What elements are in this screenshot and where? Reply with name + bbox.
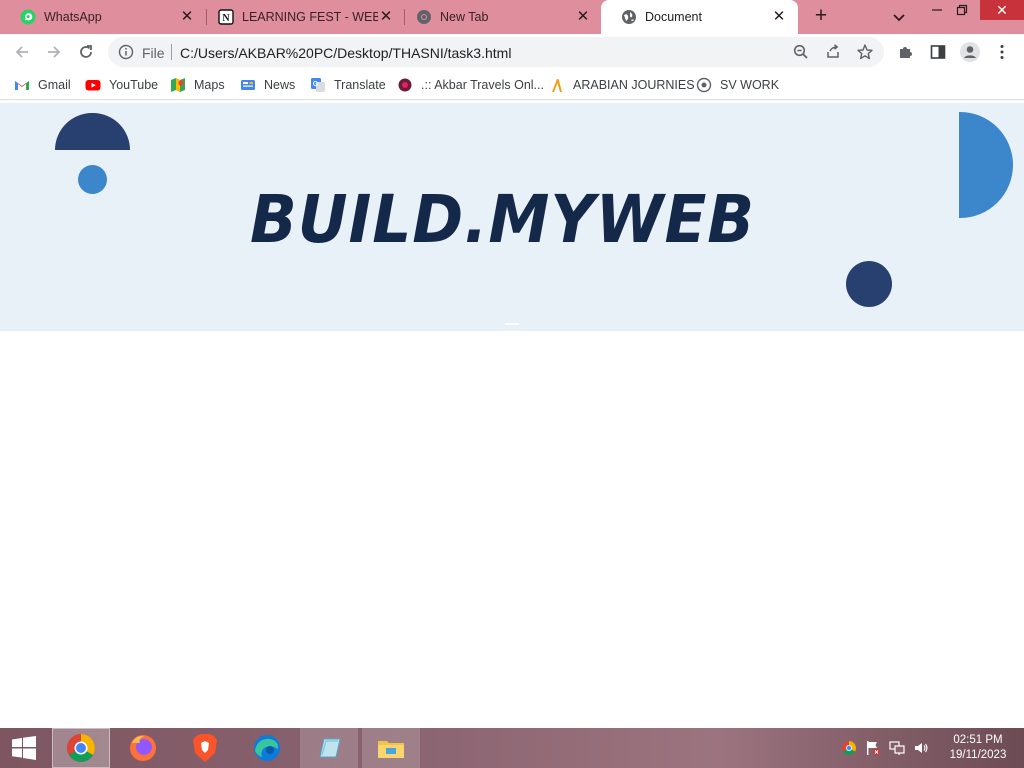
bookmark-arabian-journies[interactable]: ARABIAN JOURNIES xyxy=(549,75,695,95)
taskbar-notepad[interactable] xyxy=(300,728,358,768)
brave-icon xyxy=(193,734,217,762)
bookmark-label: SV WORK xyxy=(720,78,780,92)
extensions-icon[interactable] xyxy=(894,41,918,63)
close-icon[interactable]: ✕ xyxy=(574,8,592,26)
bookmark-label: News xyxy=(264,78,296,92)
maps-icon xyxy=(170,77,186,93)
decorative-dash xyxy=(505,323,519,325)
system-clock[interactable]: 02:51 PM 19/11/2023 xyxy=(940,733,1016,763)
bookmark-label: ARABIAN JOURNIES xyxy=(573,78,695,92)
globe-icon xyxy=(621,9,637,25)
bookmark-news[interactable]: News xyxy=(240,75,295,95)
tab-title: New Tab xyxy=(440,10,489,24)
close-icon[interactable]: ✕ xyxy=(178,8,196,26)
tab-whatsapp[interactable]: WhatsApp ✕ xyxy=(0,0,206,34)
sv-work-icon xyxy=(696,77,712,93)
clock-date: 19/11/2023 xyxy=(949,749,1007,761)
zoom-icon[interactable] xyxy=(792,43,810,61)
menu-icon[interactable] xyxy=(990,41,1014,63)
translate-icon: G xyxy=(310,77,326,93)
brand-title: BUILD.MYWEB xyxy=(250,181,756,258)
notepad-icon xyxy=(319,738,341,758)
hero-banner: BUILD.MYWEB xyxy=(0,103,1024,331)
chevron-down-icon[interactable] xyxy=(889,7,909,27)
share-icon[interactable] xyxy=(824,43,842,61)
notion-icon: N xyxy=(218,9,234,25)
address-bar[interactable]: File C:/Users/AKBAR%20PC/Desktop/THASNI/… xyxy=(108,37,884,67)
edge-icon xyxy=(254,735,280,761)
tab-title: Document xyxy=(645,10,702,24)
tab-new-tab[interactable]: New Tab ✕ xyxy=(396,0,602,34)
tab-title: LEARNING FEST - WEB DI xyxy=(242,10,378,24)
window-close-button[interactable]: ✕ xyxy=(980,0,1024,20)
page-viewport: BUILD.MYWEB xyxy=(0,101,1024,728)
url-text[interactable]: C:/Users/AKBAR%20PC/Desktop/THASNI/task3… xyxy=(180,45,511,61)
tab-title: WhatsApp xyxy=(44,10,102,24)
flag-icon[interactable] xyxy=(865,740,881,756)
svg-text:N: N xyxy=(222,13,230,24)
firefox-icon xyxy=(130,735,156,761)
chrome-tray-icon[interactable] xyxy=(841,740,857,756)
volume-icon[interactable] xyxy=(913,740,929,756)
bookmark-label: Translate xyxy=(334,78,386,92)
url-scheme: File xyxy=(142,45,165,61)
windows-start-icon[interactable] xyxy=(0,728,48,768)
arabian-journies-icon xyxy=(549,77,565,93)
profile-avatar[interactable] xyxy=(958,41,982,63)
file-explorer-icon xyxy=(378,741,404,758)
blue-semicircle-shape xyxy=(959,112,1013,218)
bookmark-label: YouTube xyxy=(109,78,159,92)
star-icon[interactable] xyxy=(856,43,874,61)
news-icon xyxy=(240,77,256,93)
bookmark-sv-work[interactable]: SV WORK xyxy=(696,75,779,95)
bookmark-youtube[interactable]: YouTube xyxy=(85,75,158,95)
youtube-icon xyxy=(85,77,101,93)
bookmark-label: .:: Akbar Travels Onl... xyxy=(421,78,544,92)
bookmark-label: Gmail xyxy=(38,78,71,92)
gmail-icon xyxy=(14,77,30,93)
new-tab-button[interactable]: + xyxy=(808,5,834,29)
tab-learning-fest[interactable]: N LEARNING FEST - WEB DI ✕ xyxy=(198,0,404,34)
side-panel-icon[interactable] xyxy=(926,41,950,63)
tab-document[interactable]: Document ✕ xyxy=(601,0,798,34)
svg-text:G: G xyxy=(313,81,319,88)
address-divider xyxy=(171,44,172,60)
info-icon[interactable] xyxy=(118,44,134,60)
bookmark-translate[interactable]: G Translate xyxy=(310,75,386,95)
clock-time: 02:51 PM xyxy=(953,734,1003,746)
restore-button[interactable] xyxy=(947,0,977,20)
akbar-travels-icon xyxy=(397,77,413,93)
network-icon[interactable] xyxy=(889,740,905,756)
taskbar-file-explorer[interactable] xyxy=(362,728,420,768)
forward-button[interactable] xyxy=(42,41,66,63)
taskbar-brave[interactable] xyxy=(176,728,234,768)
taskbar-firefox[interactable] xyxy=(114,728,172,768)
blue-circle-shape xyxy=(78,165,107,194)
title-bar: WhatsApp ✕ N LEARNING FEST - WEB DI ✕ Ne… xyxy=(0,0,1024,34)
taskbar-edge[interactable] xyxy=(238,728,296,768)
back-button[interactable] xyxy=(10,41,34,63)
bookmark-akbar-travels[interactable]: .:: Akbar Travels Onl... xyxy=(397,75,544,95)
browser-toolbar: File C:/Users/AKBAR%20PC/Desktop/THASNI/… xyxy=(0,34,1024,70)
navy-semicircle-shape xyxy=(55,113,130,150)
bookmarks-bar: Gmail YouTube Maps News G Translate .:: … xyxy=(0,70,1024,100)
bookmark-label: Maps xyxy=(194,78,225,92)
whatsapp-icon xyxy=(20,9,36,25)
reload-button[interactable] xyxy=(74,41,98,63)
chrome-icon xyxy=(67,734,95,762)
taskbar-chrome[interactable] xyxy=(52,728,110,768)
close-icon[interactable]: ✕ xyxy=(770,8,788,26)
windows-taskbar: 02:51 PM 19/11/2023 xyxy=(0,728,1024,768)
bookmark-gmail[interactable]: Gmail xyxy=(14,75,71,95)
close-icon[interactable]: ✕ xyxy=(378,8,394,26)
chrome-icon xyxy=(416,9,432,25)
bookmark-maps[interactable]: Maps xyxy=(170,75,225,95)
navy-circle-shape xyxy=(846,261,892,307)
